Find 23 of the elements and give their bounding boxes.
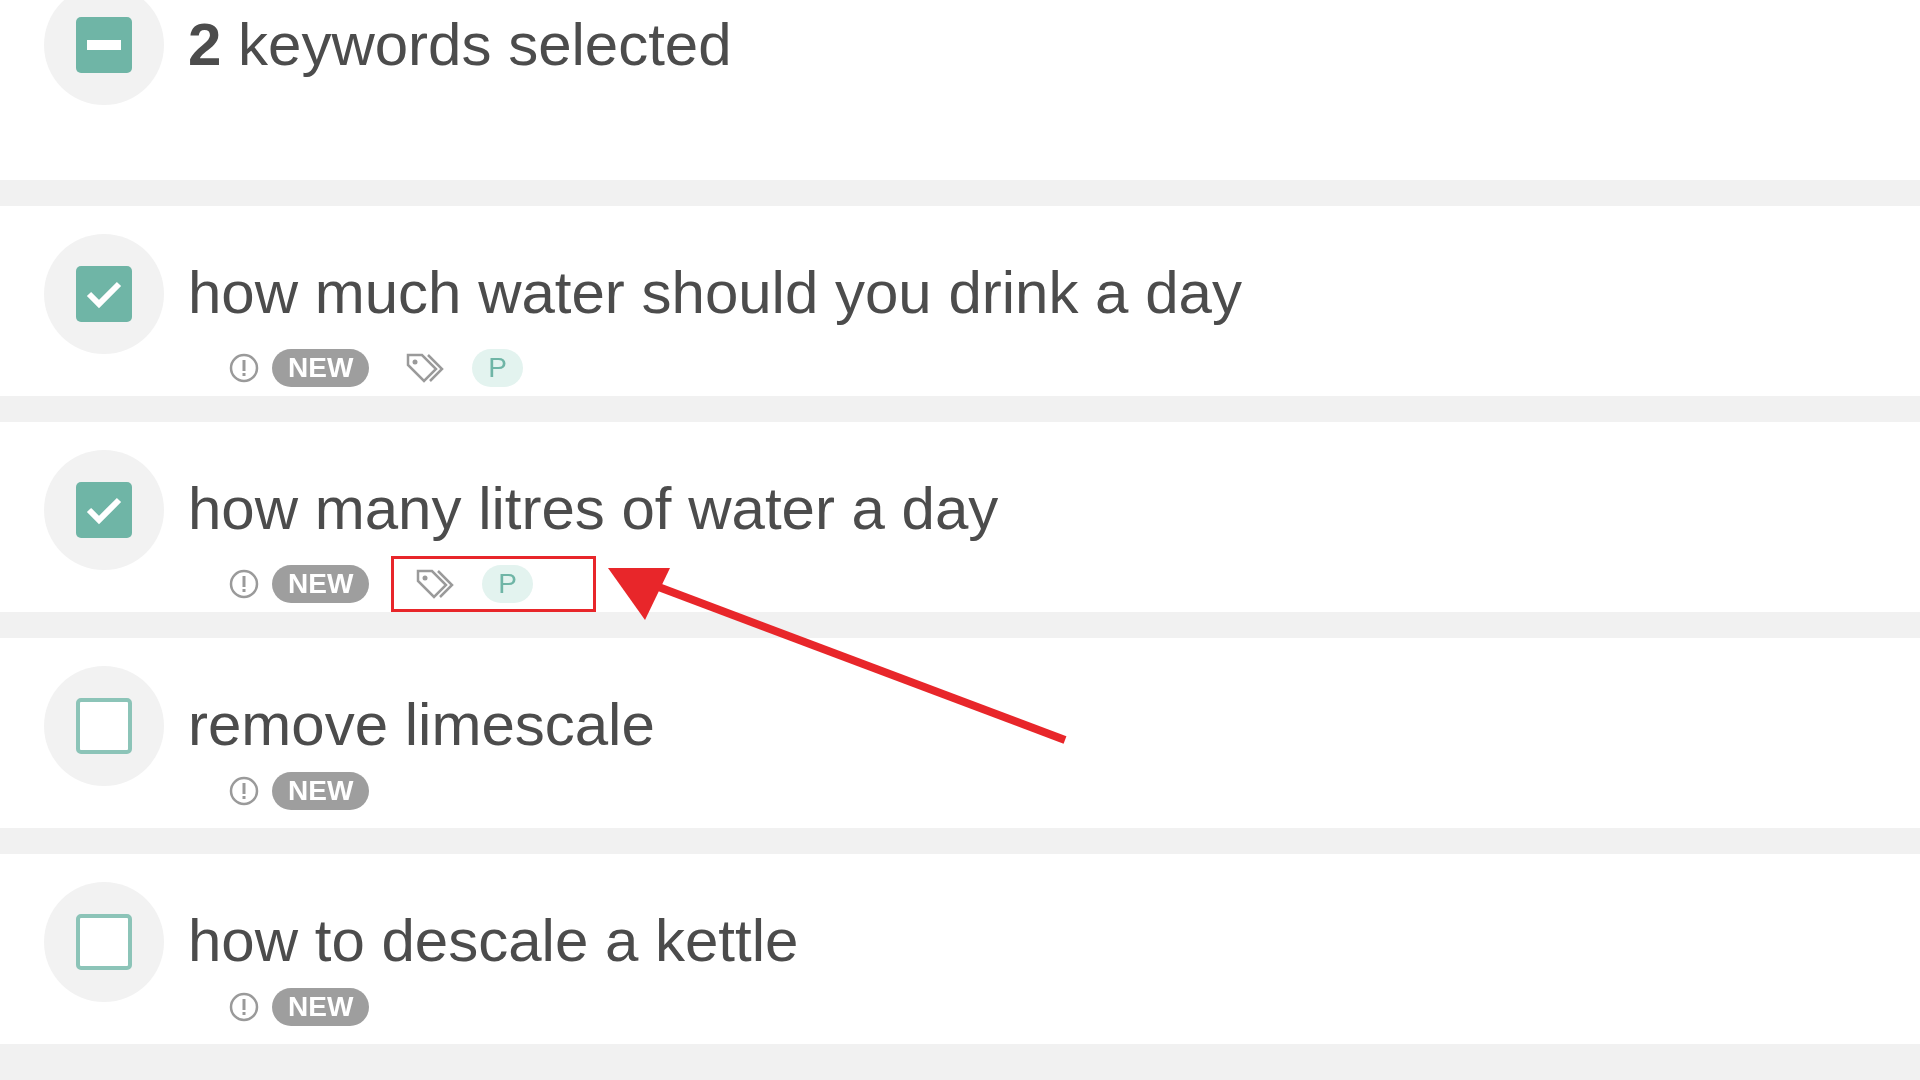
checkbox[interactable] <box>76 914 132 970</box>
select-all-checkbox[interactable] <box>76 17 132 73</box>
checkbox[interactable] <box>76 266 132 322</box>
checkmark-icon <box>85 279 123 309</box>
keyword-text: how much water should you drink a day <box>188 258 1242 328</box>
tag-badge[interactable]: P <box>472 349 523 387</box>
tag-badge[interactable]: P <box>482 565 533 603</box>
info-icon <box>228 775 260 807</box>
checkbox[interactable] <box>76 698 132 754</box>
new-badge: NEW <box>272 772 370 810</box>
info-icon <box>228 352 260 384</box>
checkbox[interactable] <box>76 482 132 538</box>
info-icon <box>228 568 260 600</box>
dash-icon <box>87 40 121 50</box>
keyword-text: how many litres of water a day <box>188 474 999 544</box>
keyword-text: remove limescale <box>188 690 655 760</box>
selection-count: 2 keywords selected <box>188 10 732 80</box>
checkmark-icon <box>85 495 123 525</box>
info-icon <box>228 991 260 1023</box>
new-badge: NEW <box>272 988 370 1026</box>
new-badge: NEW <box>272 565 370 603</box>
keyword-text: how to descale a kettle <box>188 906 799 976</box>
new-badge: NEW <box>272 349 370 387</box>
